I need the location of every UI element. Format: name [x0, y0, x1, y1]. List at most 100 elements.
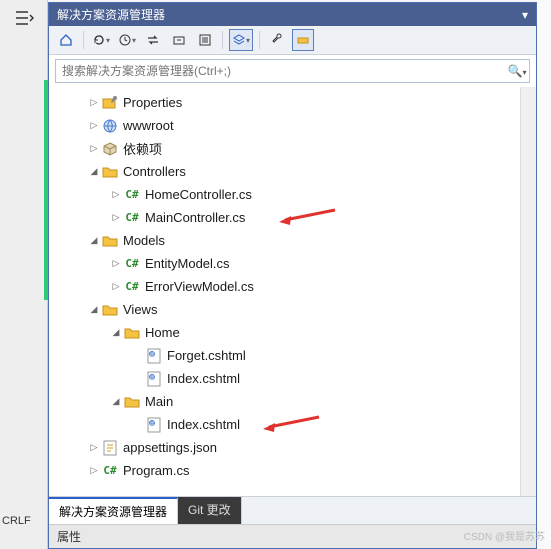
expand-chevron-icon[interactable]: ▷ [87, 441, 101, 455]
expand-chevron-icon[interactable]: ▷ [87, 142, 101, 156]
line-ending-indicator: CRLF [2, 515, 31, 527]
svg-text:@: @ [149, 375, 154, 381]
globe-icon [101, 118, 119, 134]
tree-item-label: Controllers [123, 164, 186, 179]
tree-item-label: Home [145, 325, 180, 340]
tree-item[interactable]: ◢ Main [49, 390, 536, 413]
view-button[interactable]: ▾ [229, 29, 253, 51]
tree-item-label: 依赖项 [123, 139, 162, 158]
tree-item[interactable]: @ Index.cshtml [49, 413, 536, 436]
search-box[interactable]: 🔍▾ [55, 59, 530, 83]
tree-item[interactable]: @ Index.cshtml [49, 367, 536, 390]
tree-item-label: EntityModel.cs [145, 256, 230, 271]
folder-icon [123, 325, 141, 341]
history-button[interactable]: ▾ [116, 29, 138, 51]
expand-chevron-icon[interactable]: ▷ [87, 96, 101, 110]
swap-button[interactable] [142, 29, 164, 51]
search-icon[interactable]: 🔍▾ [505, 64, 529, 78]
tree-item[interactable]: ▷ 依赖项 [49, 137, 536, 160]
box-icon [101, 141, 119, 157]
svg-text:@: @ [149, 421, 154, 427]
separator [259, 31, 260, 49]
tree-item[interactable]: ▷ wwwroot [49, 114, 536, 137]
wrench-icon [101, 95, 119, 111]
tree-item-label: Models [123, 233, 165, 248]
assoc-button[interactable] [292, 29, 314, 51]
tree-item[interactable]: @ Forget.cshtml [49, 344, 536, 367]
cshtml-icon: @ [145, 371, 163, 387]
expand-chevron-icon[interactable]: ▷ [87, 119, 101, 133]
tree-item-label: Views [123, 302, 157, 317]
collapse-button[interactable] [168, 29, 190, 51]
cs-icon: C# [101, 463, 119, 479]
separator [222, 31, 223, 49]
folder-icon [123, 394, 141, 410]
refresh-button[interactable]: ▾ [90, 29, 112, 51]
tree-item-label: Properties [123, 95, 182, 110]
tab-solution-explorer[interactable]: 解决方案资源管理器 [49, 497, 178, 524]
tree-item-label: Index.cshtml [167, 417, 240, 432]
tree-item[interactable]: ▷C# MainController.cs [49, 206, 536, 229]
expand-chevron-icon [131, 418, 145, 432]
watermark: CSDN @我是苏苏 [464, 528, 545, 543]
tree-item-label: Index.cshtml [167, 371, 240, 386]
expand-chevron-icon[interactable]: ▷ [109, 211, 123, 225]
svg-text:@: @ [149, 352, 154, 358]
expand-chevron-icon[interactable]: ▷ [109, 257, 123, 271]
tree-item-label: HomeController.cs [145, 187, 252, 202]
tree-item[interactable]: ▷C# HomeController.cs [49, 183, 536, 206]
cs-icon: C# [123, 279, 141, 295]
tree-item-label: Program.cs [123, 463, 189, 478]
separator [83, 31, 84, 49]
tree-item-label: Main [145, 394, 173, 409]
tree-item[interactable]: ◢ Views [49, 298, 536, 321]
expand-chevron-icon [131, 372, 145, 386]
expand-chevron-icon [131, 349, 145, 363]
expand-chevron-icon[interactable]: ◢ [87, 303, 101, 317]
home-button[interactable] [55, 29, 77, 51]
cs-icon: C# [123, 187, 141, 203]
pin-icon[interactable]: ▾ [522, 8, 528, 22]
expand-chevron-icon[interactable]: ◢ [87, 234, 101, 248]
tree-item-label: MainController.cs [145, 210, 245, 225]
toolbar: ▾ ▾ ▾ [49, 26, 536, 55]
tree-item[interactable]: ▷C# EntityModel.cs [49, 252, 536, 275]
expand-chevron-icon[interactable]: ◢ [109, 326, 123, 340]
expand-chevron-icon[interactable]: ◢ [109, 395, 123, 409]
tree-item-label: wwwroot [123, 118, 174, 133]
cs-icon: C# [123, 256, 141, 272]
panel-title: 解决方案资源管理器 [57, 6, 165, 23]
tree-item-label: ErrorViewModel.cs [145, 279, 254, 294]
tree-item[interactable]: ▷C# ErrorViewModel.cs [49, 275, 536, 298]
tree-item-label: Forget.cshtml [167, 348, 246, 363]
solution-tree[interactable]: ▷Properties▷wwwroot▷依赖项◢Controllers▷C#Ho… [49, 87, 536, 496]
panel-titlebar[interactable]: 解决方案资源管理器 ▾ [49, 3, 536, 26]
expand-chevron-icon[interactable]: ▷ [87, 464, 101, 478]
panel-tabs: 解决方案资源管理器 Git 更改 [49, 496, 536, 524]
tree-item-label: appsettings.json [123, 440, 217, 455]
folder-icon [101, 302, 119, 318]
json-icon [101, 440, 119, 456]
indent-icon[interactable] [8, 6, 40, 30]
expand-chevron-icon[interactable]: ▷ [109, 280, 123, 294]
expand-chevron-icon[interactable]: ◢ [87, 165, 101, 179]
wrench-button[interactable] [266, 29, 288, 51]
tree-item[interactable]: ◢ Models [49, 229, 536, 252]
folder-icon [101, 233, 119, 249]
tree-item[interactable]: ▷ appsettings.json [49, 436, 536, 459]
scrollbar[interactable] [520, 87, 536, 496]
collapsed-panel-edge[interactable] [537, 0, 551, 549]
expand-chevron-icon[interactable]: ▷ [109, 188, 123, 202]
folder-icon [101, 164, 119, 180]
tab-git-changes[interactable]: Git 更改 [178, 497, 242, 524]
cshtml-icon: @ [145, 348, 163, 364]
cshtml-icon: @ [145, 417, 163, 433]
tree-item[interactable]: ◢ Home [49, 321, 536, 344]
tree-item[interactable]: ◢ Controllers [49, 160, 536, 183]
tree-item[interactable]: ▷ Properties [49, 91, 536, 114]
search-input[interactable] [56, 60, 505, 82]
tree-item[interactable]: ▷C# Program.cs [49, 459, 536, 482]
change-indicator [44, 80, 48, 300]
cs-icon: C# [123, 210, 141, 226]
props-button[interactable] [194, 29, 216, 51]
